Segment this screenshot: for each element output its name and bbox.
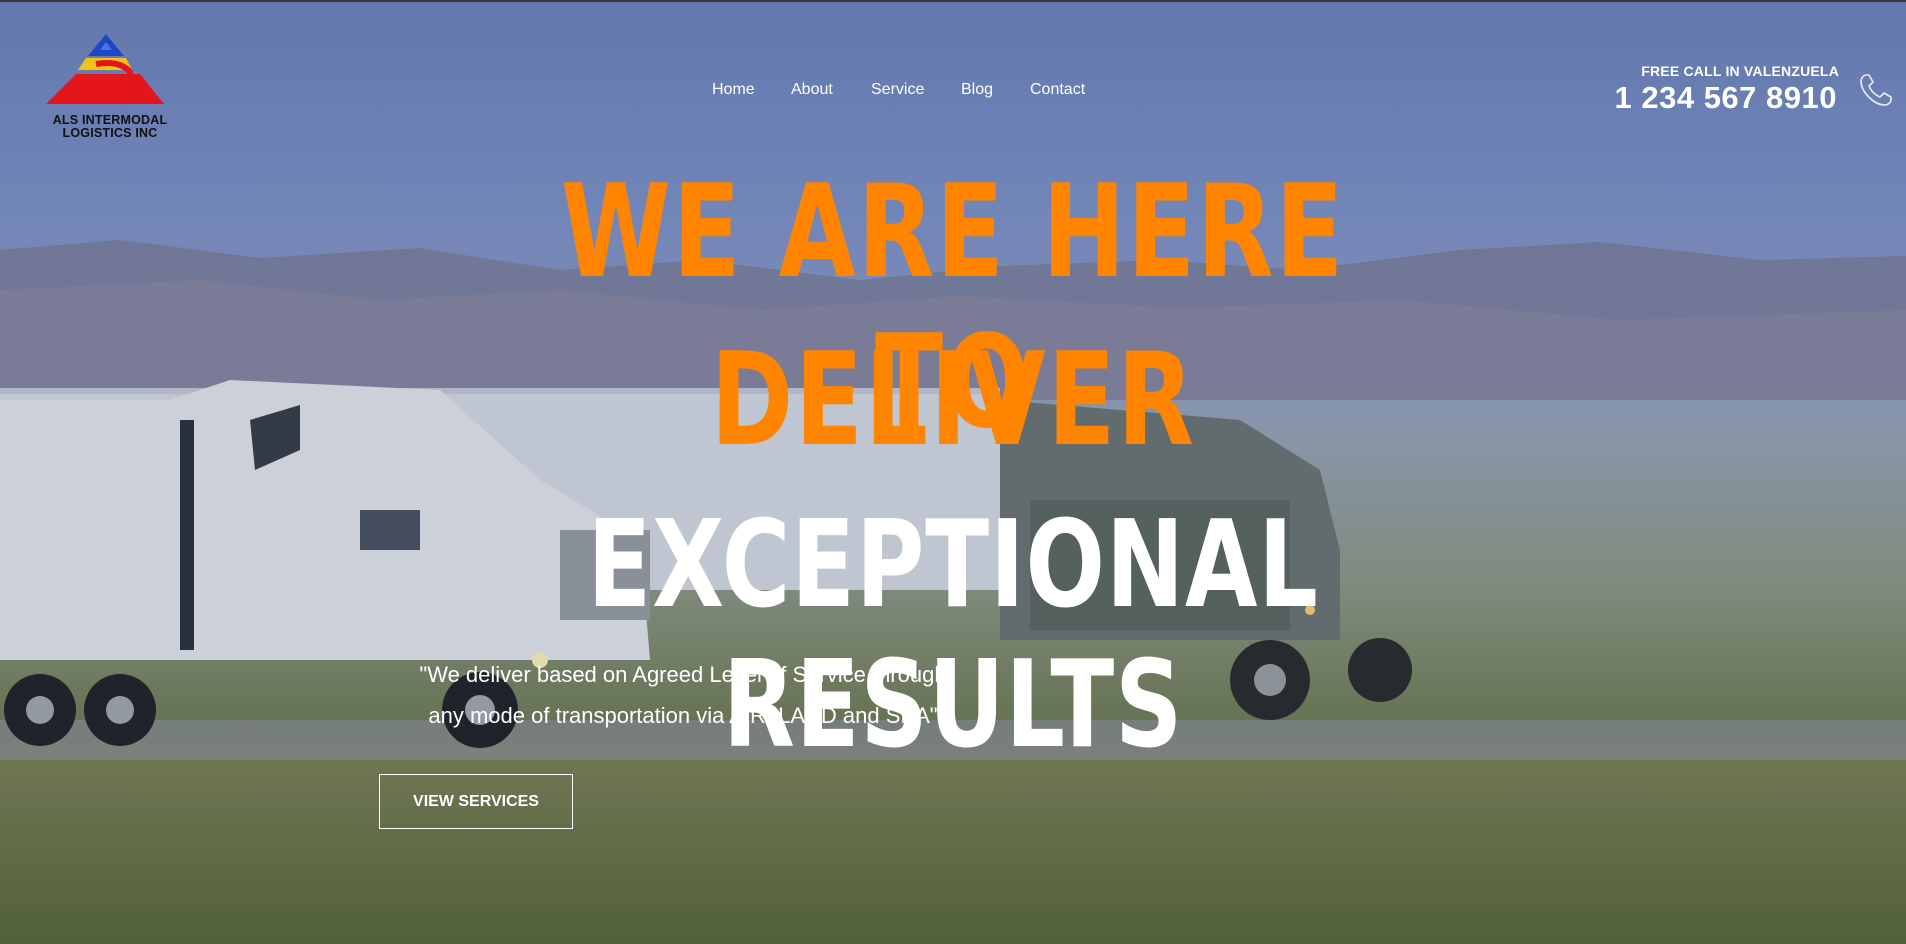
nav-service[interactable]: Service: [871, 81, 924, 99]
nav-home[interactable]: Home: [712, 81, 755, 99]
phone-icon[interactable]: [1858, 72, 1894, 108]
nav-blog[interactable]: Blog: [961, 81, 993, 99]
logo-line-2: LOGISTICS INC: [62, 126, 158, 140]
hero-quote-line-2: any mode of transportation via AIR, LAND…: [428, 703, 938, 728]
view-services-button[interactable]: VIEW SERVICES: [379, 774, 573, 829]
nav-about[interactable]: About: [791, 81, 833, 99]
free-call-label: FREE CALL IN VALENZUELA: [1641, 63, 1839, 79]
logo-text: ALS INTERMODAL LOGISTICS INC: [40, 114, 180, 140]
logo-mark-icon: [46, 34, 164, 104]
company-logo[interactable]: ALS INTERMODAL LOGISTICS INC: [40, 34, 180, 142]
hero-headline-line-2: DELIVER: [710, 326, 1196, 475]
phone-number[interactable]: 1 234 567 8910: [1615, 80, 1838, 116]
hero-quote: "We deliver based on Agreed Level of Ser…: [386, 654, 980, 736]
hero-quote-line-1: "We deliver based on Agreed Level of Ser…: [419, 662, 947, 687]
nav-contact[interactable]: Contact: [1030, 81, 1085, 99]
